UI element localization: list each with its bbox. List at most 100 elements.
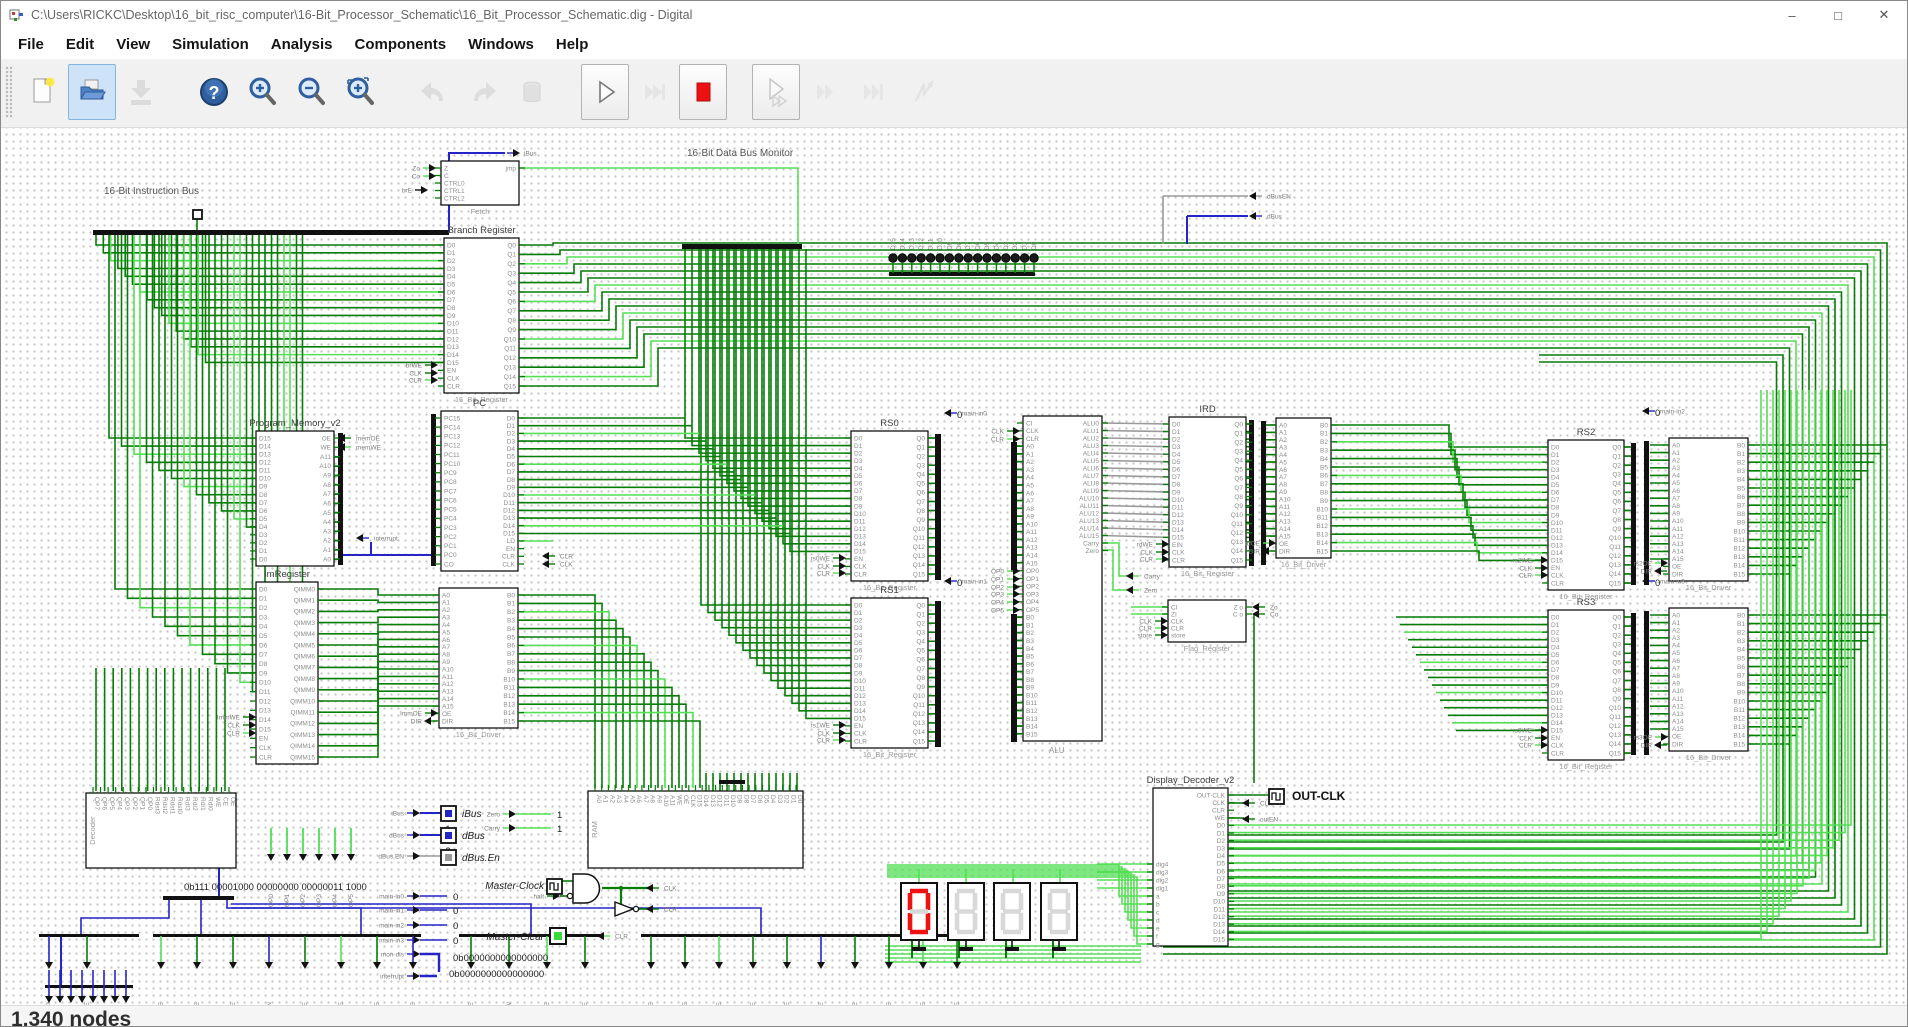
component-program-memory[interactable]: Program_Memory_v2D15D14D13D12D11D10D9D8D…	[249, 418, 341, 567]
wire[interactable]	[120, 235, 257, 447]
tunnel-rs1WE[interactable]: rs1WE	[749, 936, 757, 1005]
zoom-in-button[interactable]	[239, 64, 287, 120]
wire[interactable]	[519, 347, 1539, 387]
wire[interactable]	[1101, 489, 1170, 493]
minimize-button[interactable]: –	[1769, 1, 1815, 29]
wire[interactable]	[1163, 326, 1810, 871]
wire[interactable]	[518, 711, 694, 788]
bus-splitter-bar[interactable]	[1011, 442, 1017, 572]
tunnel-Zo[interactable]: Zo	[1252, 603, 1278, 612]
led-D11[interactable]	[925, 253, 936, 263]
wire[interactable]	[168, 235, 444, 325]
tunnel-ImmOE[interactable]: ImmOE	[157, 936, 165, 1005]
tunnel-CLR[interactable]: CLR	[597, 932, 628, 941]
tunnel-main-in2[interactable]: main-in2	[1642, 407, 1685, 416]
tunnel-main-in0[interactable]: main-in0	[379, 892, 420, 901]
tunnel-inBOE[interactable]: inBOE	[851, 936, 859, 1005]
tunnel-interrupt[interactable]: interrupt	[380, 972, 420, 981]
tunnel-OP4[interactable]: OP4	[331, 828, 339, 907]
tunnel-CLK[interactable]: CLK	[991, 427, 1020, 436]
seven-segment-display-2[interactable]	[993, 882, 1031, 951]
tunnel-OP1[interactable]: OP1	[991, 575, 1020, 584]
tunnel-rd0WE[interactable]: rd0WE	[647, 936, 655, 1005]
tunnel-rs3WE[interactable]: rs3WE	[817, 936, 825, 1005]
wire[interactable]	[1101, 422, 1170, 425]
led-D2[interactable]	[1010, 253, 1020, 263]
wire[interactable]	[1102, 542, 1127, 577]
wire[interactable]	[318, 608, 439, 613]
tunnel-iBus[interactable]: iBus	[507, 149, 537, 158]
wire[interactable]	[519, 291, 1539, 312]
tunnel-OP3[interactable]: OP3	[315, 828, 323, 907]
wire[interactable]	[519, 312, 1539, 340]
bus-splitter-bar[interactable]	[93, 230, 449, 235]
wire[interactable]	[204, 235, 445, 364]
tunnel-CLR[interactable]: CLR	[409, 376, 438, 385]
tunnel-dBus.EN[interactable]: dBus.EN	[378, 852, 420, 861]
tunnel-OP1[interactable]: OP1	[283, 828, 291, 907]
component-instruction-decoder[interactable]: DecoderQP7 QP6 QP5 QP4 QP3 QP2 QP1 QP0 Rdst3 Rdst…	[85, 787, 237, 869]
tunnel-CLR[interactable]: CLR	[227, 729, 256, 738]
schematic-canvas[interactable]: Fetch Z C CTRL0 CTRL1 CTRL2 jmp Branch Register…	[1, 128, 1907, 1005]
tunnel-OP4[interactable]: OP4	[991, 598, 1020, 607]
wire[interactable]	[1101, 474, 1170, 478]
wire[interactable]	[1101, 444, 1170, 448]
tunnel-main-in1[interactable]: main-in1	[944, 577, 987, 586]
tunnel-irWE[interactable]: irWE	[373, 936, 381, 1005]
tunnel-ImmNE[interactable]: ImmNE	[301, 936, 309, 1005]
wire[interactable]	[726, 249, 851, 485]
wire[interactable]	[1101, 459, 1170, 463]
bus-splitter-bar[interactable]	[889, 272, 1035, 276]
led-D5[interactable]	[982, 253, 992, 263]
seven-segment-display-0[interactable]	[900, 882, 938, 951]
wire[interactable]	[519, 298, 1539, 321]
tunnel-memOE[interactable]: memOE	[338, 434, 381, 443]
probe-clock[interactable]	[546, 878, 563, 895]
tunnel-DIR[interactable]: DIR	[411, 717, 437, 726]
tunnel-CLK[interactable]: CLK	[1519, 564, 1548, 573]
bus-splitter-bar[interactable]	[719, 780, 745, 784]
seven-segment-display-3[interactable]	[1040, 882, 1078, 951]
component-ird[interactable]: IRD16_Bit_RegisterD0D1D2D3D4D5D6D7D8D9D1…	[1163, 404, 1252, 578]
wire[interactable]	[231, 907, 762, 934]
led-D4[interactable]	[991, 253, 1002, 263]
open-file-button[interactable]	[68, 64, 116, 120]
wire[interactable]	[1101, 527, 1170, 531]
tunnel-fgWE[interactable]: fgWE	[581, 936, 589, 1005]
wire[interactable]	[318, 599, 439, 604]
wire[interactable]	[1101, 519, 1170, 524]
tunnel-ImmWE[interactable]: ImmWE	[217, 713, 256, 722]
tunnel-CLR[interactable]: CLR	[1519, 741, 1548, 750]
and-gate-icon[interactable]	[572, 873, 601, 904]
wire[interactable]	[175, 235, 444, 332]
tunnel-dBusEN[interactable]: dBusEN	[1249, 192, 1291, 201]
tunnel-brWE[interactable]: brWE	[337, 936, 345, 1005]
bus-splitter-bar[interactable]	[1011, 614, 1017, 742]
wire[interactable]	[1163, 270, 1862, 927]
component-rs3-driver[interactable]: 16_Bit_DriverA0A1A2A3A4A5A6A7A8A9A10A11A…	[1663, 607, 1754, 762]
tunnel-store[interactable]: store	[1138, 631, 1168, 640]
wire[interactable]	[1101, 452, 1170, 456]
tunnel-ImmOE[interactable]: ImmOE	[400, 709, 438, 718]
led-D1[interactable]	[1019, 253, 1030, 263]
wire[interactable]	[1101, 504, 1170, 508]
tunnel-Zero[interactable]: Zero	[487, 810, 516, 819]
led-D7[interactable]	[963, 253, 973, 263]
tunnel-Zero[interactable]: Zero	[1126, 586, 1158, 595]
component-im-register[interactable]: ImRegister D0 D1 D2 D3 D4 D5 D6 D7 D8 D9 D10 D11 D12 D…	[250, 569, 324, 765]
tunnel-CLK[interactable]: CLK	[542, 560, 573, 569]
tunnel-pcWE[interactable]: pcWE	[409, 936, 417, 1005]
menu-item-help[interactable]: Help	[545, 33, 600, 56]
bus-splitter-bar[interactable]	[682, 244, 802, 249]
wire[interactable]	[1101, 429, 1170, 433]
tunnel-CLK[interactable]: CLK	[646, 884, 677, 893]
tunnel-CLR[interactable]: CLR	[646, 905, 677, 914]
seven-segment-display-1[interactable]	[947, 882, 985, 951]
tunnel-CLR[interactable]: CLR	[817, 736, 846, 745]
wire[interactable]	[117, 235, 444, 270]
wire[interactable]	[784, 249, 851, 697]
maximize-button[interactable]: □	[1815, 1, 1861, 29]
tunnel-memWE[interactable]: memWE	[338, 443, 382, 452]
wire[interactable]	[742, 249, 851, 652]
tunnel-main-in2[interactable]: main-in2	[379, 921, 420, 930]
